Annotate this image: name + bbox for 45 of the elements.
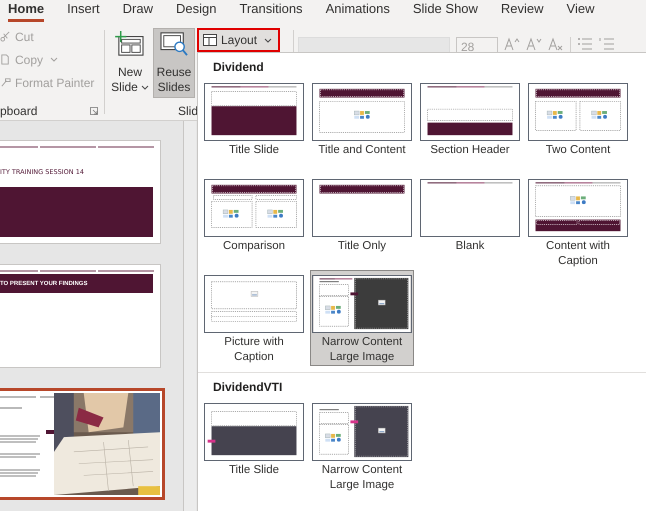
ribbon-tab[interactable]: Design [176,0,216,22]
scroll-bar[interactable] [184,121,196,511]
copy-icon [0,54,11,65]
layout-option[interactable]: Section Header [418,78,522,174]
caret-icon [264,38,272,42]
layout-icon [203,34,217,46]
ribbon-tab[interactable]: View [566,0,594,22]
ribbon-tab[interactable]: Draw [122,0,153,22]
layout-option[interactable]: Blank [418,174,522,270]
layout-option[interactable]: Picture with Caption [202,270,306,366]
ribbon-tab[interactable]: Transitions [239,0,303,22]
ribbon-tab[interactable]: Insert [67,0,100,22]
layout-option[interactable]: Narrow Content Large Image [310,398,414,494]
group-label: pboard [0,104,38,118]
grow-font-icon[interactable] [504,37,520,51]
layout-option[interactable]: Title and Content [310,78,414,174]
new-slide-button[interactable]: New Slide [109,28,151,98]
caret-icon [50,57,58,62]
ribbon-tab[interactable]: Animations [326,0,390,22]
clear-formatting-icon[interactable] [548,37,564,51]
slide-thumbnail[interactable] [0,388,165,500]
ribbon-tab[interactable]: Home [8,0,44,22]
layout-option[interactable]: Content with Caption [526,174,630,270]
section-heading: DividendVTI [212,379,284,396]
caret-icon [140,85,149,90]
layout-option[interactable]: Narrow Content Large Image [310,270,414,366]
paintbrush-icon [0,77,11,88]
shrink-font-icon[interactable] [526,37,542,51]
reuse-slides-button[interactable]: Reuse Slides [153,28,195,98]
scissors-icon [0,31,11,42]
bullets-icon[interactable] [577,37,593,51]
layout-option[interactable]: Title Only [310,174,414,270]
ribbon-tab[interactable]: Slide Show [412,0,478,22]
numbering-icon[interactable] [599,37,615,51]
new-slide-icon [115,31,145,57]
layout-option[interactable]: Two Content [526,78,630,174]
group-label: Slid [178,104,198,118]
layout-button[interactable]: Layout [197,28,280,52]
layout-option[interactable]: Title Slide [202,398,306,494]
ribbon-tab[interactable]: Review [500,0,544,22]
reuse-slides-icon [159,31,189,57]
layout-option[interactable]: Title Slide [202,78,306,174]
section-heading: Dividend [212,59,265,76]
dialog-launcher-icon[interactable] [90,107,98,115]
layout-option[interactable]: Comparison [202,174,306,270]
